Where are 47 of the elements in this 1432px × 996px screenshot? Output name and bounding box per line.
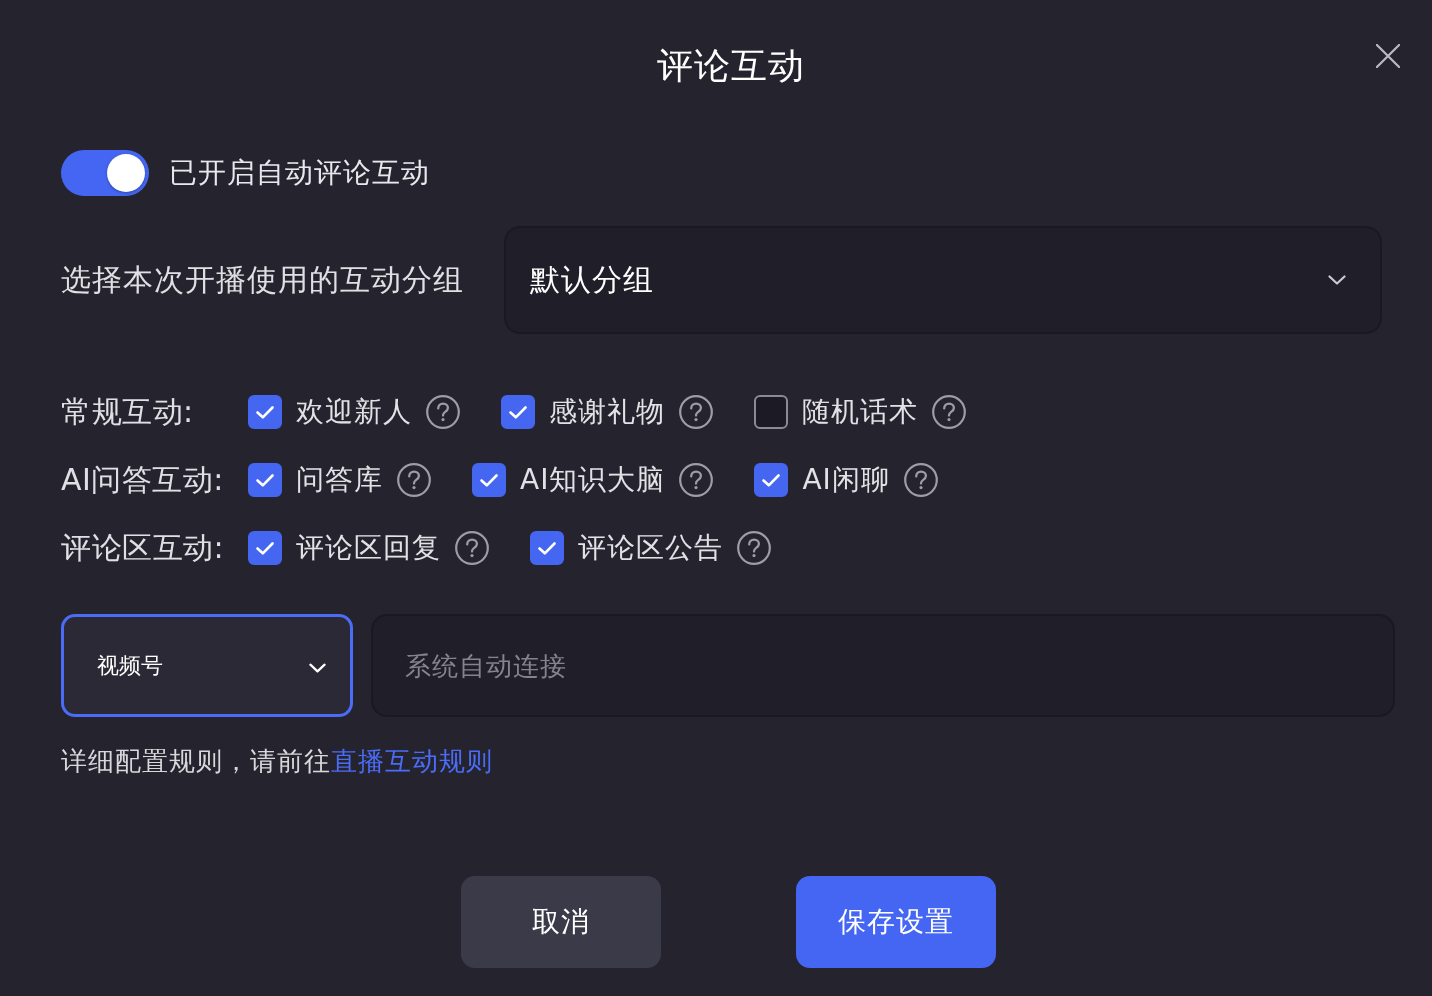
toggle-switch[interactable]	[61, 150, 149, 196]
group-label: 常规互动:	[61, 392, 195, 431]
option-label[interactable]: AI闲聊	[802, 461, 890, 499]
help-icon[interactable]	[426, 395, 460, 429]
checkbox[interactable]	[248, 395, 282, 429]
rules-note: 详细配置规则，请前往直播互动规则	[61, 745, 493, 778]
chevron-down-icon	[309, 662, 326, 673]
checkbox[interactable]	[754, 395, 788, 429]
help-icon[interactable]	[737, 531, 771, 565]
save-button[interactable]: 保存设置	[795, 876, 996, 968]
help-icon[interactable]	[397, 463, 431, 497]
checkbox[interactable]	[248, 531, 282, 565]
help-icon[interactable]	[455, 531, 489, 565]
check-icon	[538, 541, 556, 555]
cancel-button[interactable]: 取消	[460, 876, 661, 968]
option-label[interactable]: 问答库	[296, 461, 383, 499]
check-icon	[256, 405, 274, 419]
checkbox[interactable]	[248, 463, 282, 497]
check-icon	[480, 473, 498, 487]
option-label[interactable]: 随机话术	[802, 393, 918, 431]
dialog-title: 评论互动	[656, 44, 805, 88]
close-icon[interactable]	[1376, 44, 1400, 68]
help-icon[interactable]	[932, 395, 966, 429]
option-label[interactable]: 欢迎新人	[296, 393, 412, 431]
group-label: 评论区互动:	[61, 528, 226, 567]
option-label[interactable]: 评论区回复	[296, 529, 441, 567]
check-icon	[256, 473, 274, 487]
check-icon	[509, 405, 527, 419]
check-icon	[762, 473, 781, 487]
checkbox[interactable]	[501, 395, 535, 429]
checkbox[interactable]	[472, 463, 506, 497]
help-icon[interactable]	[903, 463, 938, 497]
checkbox[interactable]	[530, 531, 564, 565]
toggle-label: 已开启自动评论互动	[169, 155, 430, 191]
group-label: 选择本次开播使用的互动分组	[61, 260, 464, 299]
option-label[interactable]: AI知识大脑	[520, 461, 666, 499]
group-label: AI问答互动:	[61, 460, 225, 499]
option-label[interactable]: 感谢礼物	[549, 393, 665, 431]
input-field[interactable]: 系统自动连接	[371, 614, 1395, 717]
platform-select[interactable]: 视频号	[61, 614, 353, 717]
option-label[interactable]: 评论区公告	[578, 529, 723, 567]
group-select[interactable]: 默认分组	[504, 226, 1382, 334]
check-icon	[256, 541, 274, 555]
help-icon[interactable]	[679, 395, 713, 429]
checkbox[interactable]	[754, 463, 789, 497]
help-icon[interactable]	[679, 463, 714, 497]
chevron-down-icon	[1328, 275, 1346, 285]
